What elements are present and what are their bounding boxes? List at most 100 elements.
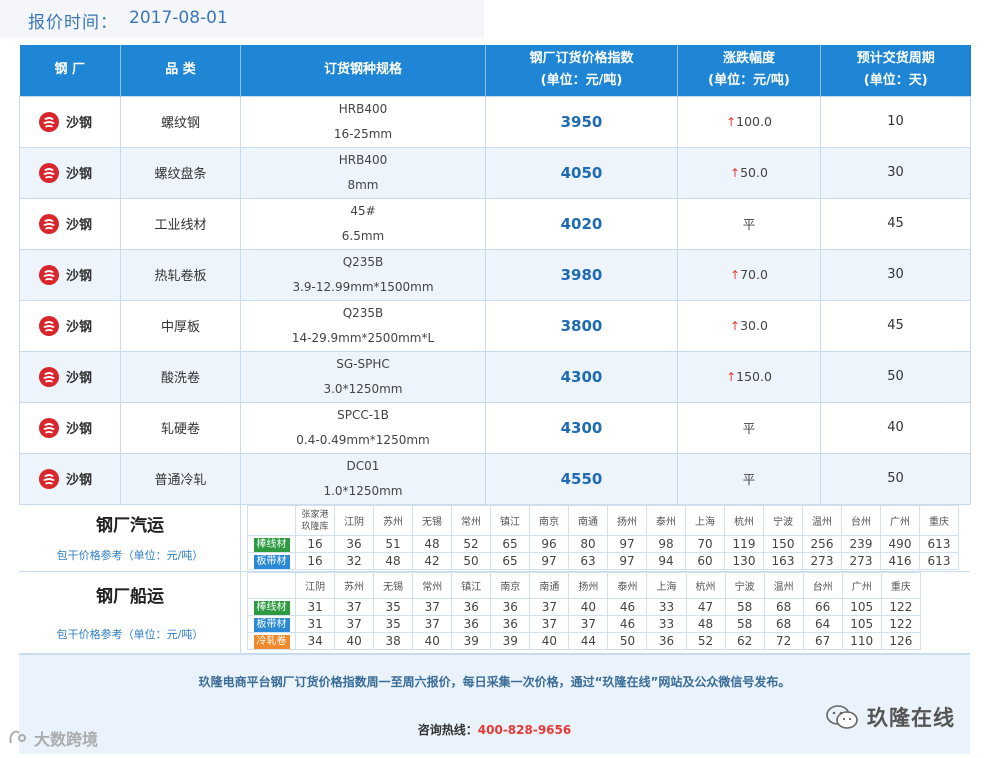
price-value: 3800	[560, 316, 603, 335]
shagang-logo-icon	[38, 162, 59, 183]
freight-value: 35	[373, 615, 414, 633]
freight-value: 96	[529, 535, 569, 553]
freight-value: 163	[763, 552, 803, 570]
freight-value: 44	[568, 632, 609, 650]
spec-size: 6.5mm	[341, 228, 385, 243]
freight-value: 126	[880, 632, 922, 650]
table-row: 沙钢 螺纹盘条 HRB400 8mm 4050 ↑50.0 30	[19, 146, 971, 199]
up-arrow-icon: ↑	[730, 165, 741, 180]
period-cell: 45	[820, 197, 971, 250]
shagang-logo-icon	[38, 111, 59, 132]
freight-value: 62	[724, 632, 765, 650]
freight-value: 130	[724, 552, 764, 570]
ship-freight-subtitle: 包干价格参考（单位：元/吨）	[56, 628, 204, 641]
freight-value: 65	[490, 552, 530, 570]
col-period-unit: (单位：天)	[863, 73, 928, 89]
spec-cell: Q235B 3.9-12.99mm*1500mm	[240, 248, 486, 301]
freight-value: 39	[451, 632, 492, 650]
freight-row: 棒线材 31 37 35 37 36 36 37 40 46 33 47 58 68 66 105 122	[246, 598, 922, 616]
freight-row: 棒线材 16 36 51 48 52 65 96 80 97 98 70 119 150 256 239 490…	[247, 535, 959, 553]
period-cell: 50	[820, 350, 971, 403]
freight-tag-badge: 板带材	[253, 555, 290, 569]
freight-value: 66	[802, 598, 843, 616]
freight-value: 37	[568, 615, 609, 633]
freight-value: 37	[412, 615, 453, 633]
freight-city: 南通	[568, 505, 608, 536]
quote-time-label: 报价时间：	[28, 13, 118, 33]
col-period: 预计交货周期 (单位：天)	[820, 45, 971, 96]
freight-city: 广州	[880, 505, 920, 536]
change-value: 70.0	[740, 266, 768, 282]
freight-value: 40	[412, 632, 453, 650]
change-cell: ↑50.0	[677, 146, 821, 199]
freight-value: 48	[412, 535, 452, 553]
freight-value: 36	[334, 535, 374, 553]
freight-value: 46	[607, 598, 648, 616]
freight-row: 板带材 31 37 35 37 36 36 37 37 46 33 48 58 68 64 105 122	[246, 615, 922, 633]
freight-value: 32	[334, 552, 374, 570]
wechat-icon	[826, 705, 858, 729]
spec-grade: 45#	[350, 203, 376, 218]
spec-cell: SG-SPHC 3.0*1250mm	[240, 350, 486, 403]
product-cell: 普通冷轧	[120, 452, 241, 505]
freight-city: 江阴	[295, 572, 336, 599]
spec-size: 14-29.9mm*2500mm*L	[291, 330, 435, 345]
product-cell: 螺纹盘条	[120, 146, 241, 199]
freight-value: 490	[880, 535, 920, 553]
price-cell: 4300	[485, 401, 678, 454]
freight-value: 105	[841, 615, 882, 633]
hotline-number[interactable]: 400-828-9656	[478, 723, 571, 737]
price-value: 4300	[560, 367, 603, 386]
freight-value: 36	[451, 615, 492, 633]
product-cell: 轧硬卷	[120, 401, 241, 454]
change-value: 平	[742, 472, 756, 487]
freight-city: 无锡	[412, 505, 452, 536]
freight-value: 416	[880, 552, 920, 570]
freight-value: 68	[763, 598, 804, 616]
freight-value: 34	[295, 632, 336, 650]
freight-value: 97	[607, 552, 647, 570]
freight-city: 扬州	[568, 572, 609, 599]
product-cell: 热轧卷板	[120, 248, 241, 301]
shagang-logo-icon	[38, 264, 59, 285]
period-cell: 30	[820, 146, 971, 199]
freight-city: 重庆	[880, 572, 922, 599]
product-cell: 中厚板	[120, 299, 241, 352]
period-cell: 40	[820, 401, 971, 454]
truck-freight-left: 钢厂汽运 包干价格参考（单位：元/吨）	[19, 505, 241, 571]
freight-value: 52	[685, 632, 726, 650]
freight-value: 51	[373, 535, 413, 553]
freight-value: 70	[685, 535, 725, 553]
mill-name: 沙钢	[65, 320, 92, 335]
freight-value: 58	[724, 598, 765, 616]
freight-value: 68	[763, 615, 804, 633]
freight-value: 52	[451, 535, 491, 553]
up-arrow-icon: ↑	[730, 267, 741, 282]
freight-value: 37	[412, 598, 453, 616]
brand-mark: 玖隆在线	[825, 702, 955, 732]
price-value: 4020	[560, 214, 603, 233]
mill-cell: 沙钢	[19, 146, 121, 199]
freight-value: 50	[451, 552, 491, 570]
freight-city: 张家港 玖隆库	[295, 505, 335, 536]
product-cell: 螺纹钢	[120, 95, 241, 148]
freight-city: 镇江	[451, 572, 492, 599]
price-table-header: 钢 厂 品 类 订货钢种规格 钢厂订货价格指数 (单位：元/吨) 涨跌幅度 (单…	[19, 45, 971, 96]
freight-value: 613	[919, 552, 959, 570]
freight-tag-badge: 棒线材	[253, 601, 290, 615]
spec-grade: HRB400	[338, 101, 388, 116]
mill-name: 沙钢	[65, 269, 92, 284]
freight-value: 31	[295, 615, 336, 633]
spec-cell: DC01 1.0*1250mm	[240, 452, 486, 505]
mill-name: 沙钢	[65, 167, 92, 182]
freight-value: 613	[919, 535, 959, 553]
col-change-unit: (单位：元/吨)	[708, 73, 790, 89]
col-price: 钢厂订货价格指数 (单位：元/吨)	[485, 45, 678, 96]
ship-freight-section: 钢厂船运 包干价格参考（单位：元/吨） 江阴 苏州 无锡 常州 镇江 南京 南通 扬州 泰州 上海…	[19, 572, 970, 654]
price-value: 4550	[560, 469, 603, 488]
truck-freight-subtitle: 包干价格参考（单位：元/吨）	[56, 549, 204, 562]
freight-tag-cell: 板带材	[247, 552, 296, 570]
freight-tag-badge: 棒线材	[253, 538, 290, 552]
truck-freight-section: 钢厂汽运 包干价格参考（单位：元/吨） 张家港 玖隆库 江阴 苏州 无锡 常州 镇江 南京南…	[19, 505, 970, 572]
freight-city: 广州	[841, 572, 882, 599]
